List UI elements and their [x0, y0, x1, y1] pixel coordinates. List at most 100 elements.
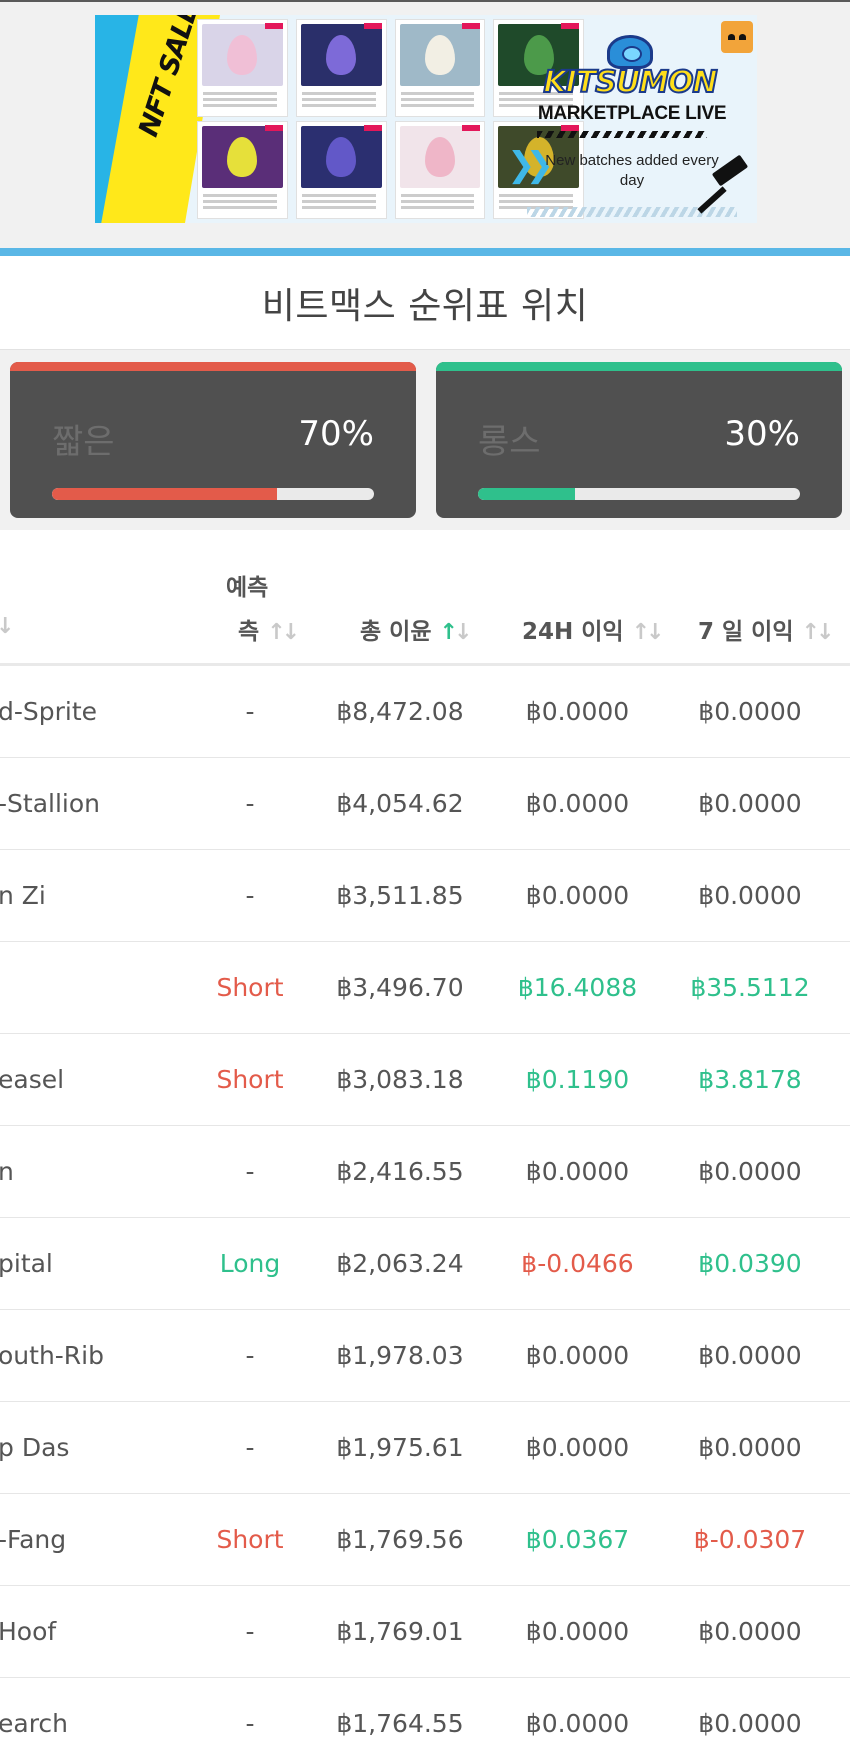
prediction-cell: - [245, 1433, 255, 1462]
d7-profit-cell: ฿0.0000 [698, 789, 802, 818]
nft-card [394, 19, 486, 117]
nft-card-tag [264, 23, 283, 29]
table-row[interactable]: pital Long ฿2,063.24 ฿-0.0466 ฿0.0390 [0, 1218, 850, 1310]
prediction-header-line1: 예측 [226, 575, 269, 601]
d7-profit-cell: ฿0.0000 [698, 1341, 802, 1370]
page-title: 비트맥스 순위표 위치 [261, 285, 589, 327]
nft-card-text-line [301, 104, 376, 107]
total-profit-cell: ฿2,063.24 [336, 1249, 464, 1278]
nft-card-text-line [203, 104, 277, 107]
table-row[interactable]: n - ฿2,416.55 ฿0.0000 ฿0.0000 [0, 1126, 850, 1218]
short-card-accent [10, 362, 416, 371]
egg-icon [424, 137, 455, 177]
h24-profit-cell: ฿0.0000 [525, 789, 630, 818]
long-position-card: 롱스 30% [436, 362, 842, 518]
prediction-cell: - [245, 1617, 255, 1646]
title-bar: 비트맥스 순위표 위치 [0, 256, 850, 350]
table-row[interactable]: -Fang Short ฿1,769.56 ฿0.0367 ฿-0.0307 [0, 1494, 850, 1586]
h24-profit-cell: ฿0.0000 [525, 1433, 630, 1462]
ad-area: NFT SALE ❯❯ KITSUMON MARKETPLACE LIVE Ne… [0, 0, 850, 248]
h24-profit-cell: ฿0.0367 [525, 1525, 630, 1554]
sort-down-icon: ↓ [281, 620, 301, 645]
prediction-cell: - [245, 697, 255, 726]
d7-profit-cell: ฿3.8178 [698, 1065, 802, 1094]
table-row[interactable]: n Zi - ฿3,511.85 ฿0.0000 ฿0.0000 [0, 850, 850, 942]
nft-card-text-line [400, 206, 475, 209]
prediction-cell: Long [219, 1249, 281, 1278]
trader-name[interactable]: easel [0, 1034, 64, 1125]
prediction-cell: - [245, 881, 255, 910]
nft-card-text-line [400, 92, 475, 95]
egg-icon [326, 137, 357, 177]
prediction-header-line2: 측 [238, 619, 260, 645]
prediction-cell: - [245, 1709, 255, 1738]
nft-card-image [300, 126, 382, 188]
ad-hatch-divider [537, 131, 707, 138]
trader-name[interactable]: p Das [0, 1402, 69, 1493]
table-row[interactable]: outh-Rib - ฿1,978.03 ฿0.0000 ฿0.0000 [0, 1310, 850, 1402]
d7-profit-header-label: 7 일 이익 [698, 619, 794, 645]
nft-card-text-line [400, 98, 475, 101]
sort-up-icon: ↑ [631, 620, 651, 645]
trader-name[interactable]: Hoof [0, 1586, 56, 1677]
trader-name[interactable]: n [0, 1126, 14, 1217]
d7-profit-column-header[interactable]: 7 일 이익 ↑↓ [698, 612, 835, 646]
table-header: ↓ 예측 측 ↑↓ 총 이윤 ↑↓ 24H 이익 ↑↓ 7 일 이익 ↑↓ [0, 530, 850, 666]
short-percent: 70% [298, 414, 374, 454]
table-row[interactable]: earch - ฿1,764.55 ฿0.0000 ฿0.0000 [0, 1678, 850, 1740]
total-profit-cell: ฿3,511.85 [336, 881, 464, 910]
h24-profit-cell: ฿0.0000 [525, 1157, 630, 1186]
table-row[interactable]: p Das - ฿1,975.61 ฿0.0000 ฿0.0000 [0, 1402, 850, 1494]
nft-card-tag [363, 125, 382, 131]
prediction-cell: - [245, 789, 255, 818]
leaderboard-table: ↓ 예측 측 ↑↓ 총 이윤 ↑↓ 24H 이익 ↑↓ 7 일 이익 ↑↓ d-… [0, 530, 850, 1740]
nft-card-image [399, 24, 481, 86]
nft-card-text-line [301, 194, 376, 197]
table-row[interactable]: d-Sprite - ฿8,472.08 ฿0.0000 ฿0.0000 [0, 666, 850, 758]
total-profit-column-header[interactable]: 총 이윤 ↑↓ [360, 612, 473, 646]
chevrons-icon: ❯❯ [507, 145, 554, 185]
trader-name[interactable]: n Zi [0, 850, 46, 941]
table-row[interactable]: -Stallion - ฿4,054.62 ฿0.0000 ฿0.0000 [0, 758, 850, 850]
d7-profit-cell: ฿-0.0307 [693, 1525, 807, 1554]
trader-name[interactable]: -Fang [0, 1494, 66, 1585]
d7-profit-cell: ฿0.0390 [698, 1249, 802, 1278]
ad-headline: MARKETPLACE LIVE [537, 103, 727, 124]
nft-card-tag [363, 23, 382, 29]
h24-profit-cell: ฿0.0000 [525, 1709, 630, 1738]
prediction-cell: Short [216, 1525, 284, 1554]
trader-name[interactable]: outh-Rib [0, 1310, 104, 1401]
nft-card-image [300, 24, 382, 86]
prediction-cell: - [245, 1341, 255, 1370]
kitsumon-wordmark: KITSUMON [542, 64, 718, 101]
short-label: 짧은 [52, 422, 115, 462]
sort-up-icon: ↑ [801, 620, 821, 645]
prediction-column-header[interactable]: 측 ↑↓ [238, 612, 301, 646]
h24-profit-column-header[interactable]: 24H 이익 ↑↓ [522, 612, 665, 646]
ad-banner[interactable]: NFT SALE ❯❯ KITSUMON MARKETPLACE LIVE Ne… [95, 15, 757, 223]
trader-name[interactable]: -Stallion [0, 758, 100, 849]
trader-name[interactable]: earch [0, 1678, 68, 1740]
prediction-cell: Short [216, 973, 284, 1002]
nft-card [394, 121, 486, 219]
total-profit-cell: ฿8,472.08 [336, 697, 464, 726]
table-row[interactable]: easel Short ฿3,083.18 ฿0.1190 ฿3.8178 [0, 1034, 850, 1126]
total-profit-cell: ฿1,978.03 [336, 1341, 464, 1370]
ad-right-panel: ❯❯ KITSUMON MARKETPLACE LIVE New batches… [507, 15, 757, 223]
total-profit-cell: ฿4,054.62 [336, 789, 464, 818]
short-progress-fill [52, 488, 278, 500]
nft-card [197, 19, 288, 117]
sort-up-active-icon: ↑ [439, 620, 459, 645]
nft-card-text-line [203, 200, 277, 203]
h24-profit-cell: ฿-0.0466 [521, 1249, 634, 1278]
table-row[interactable]: Short ฿3,496.70 ฿16.4088 ฿35.5112 [0, 942, 850, 1034]
trader-name[interactable]: d-Sprite [0, 666, 97, 757]
nft-card-text-line [400, 194, 475, 197]
trader-name[interactable]: pital [0, 1218, 53, 1309]
sort-down-icon: ↓ [0, 614, 15, 639]
table-row[interactable]: Hoof - ฿1,769.01 ฿0.0000 ฿0.0000 [0, 1586, 850, 1678]
egg-icon [227, 137, 258, 177]
nft-card-text-line [301, 200, 376, 203]
nft-card-tag [264, 125, 283, 131]
name-column-sort[interactable]: ↓ [0, 613, 15, 639]
